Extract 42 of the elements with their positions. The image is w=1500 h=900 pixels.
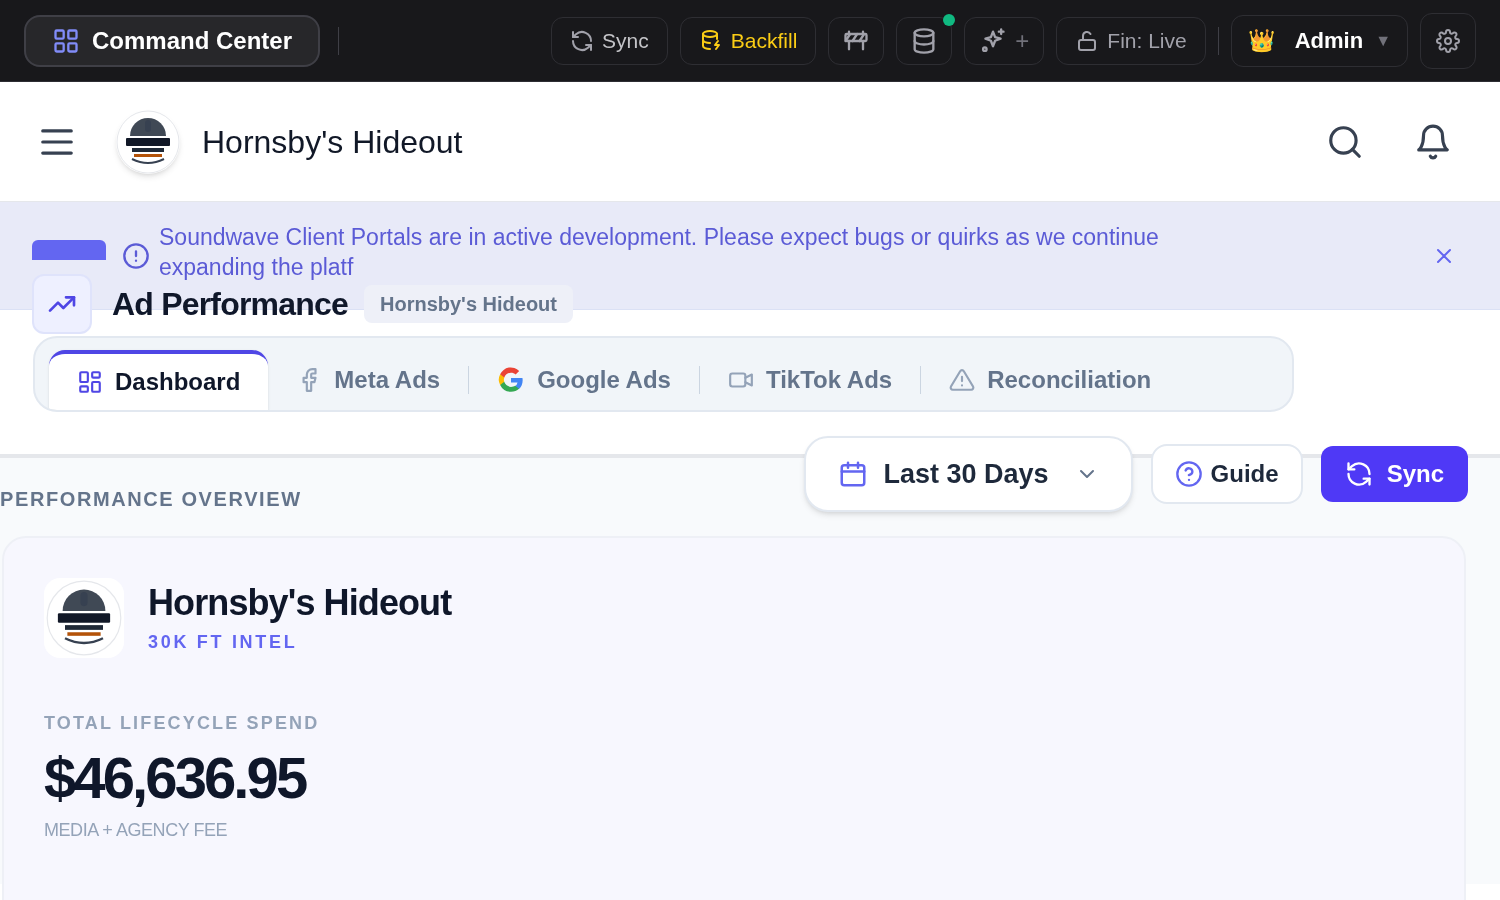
page-title: Ad Performance — [112, 285, 348, 324]
beta-notice: Soundwave Client Portals are in active development. Please expect bugs or quirks as we continue expanding the platf — [159, 223, 1160, 282]
card-subtitle: 30K FT INTEL — [148, 630, 299, 654]
client-title: Hornsby's Hideout — [202, 122, 463, 162]
sync-button[interactable]: Sync — [551, 16, 668, 65]
command-center-button[interactable]: Command Center — [24, 14, 321, 67]
settings-icon — [1436, 28, 1460, 53]
crown-icon: 👑 — [1247, 24, 1275, 57]
notifications-button[interactable] — [1414, 122, 1452, 161]
alert-icon — [122, 242, 150, 270]
finance-mode-button[interactable]: Fin: Live — [1056, 16, 1206, 65]
barrier-button[interactable] — [828, 16, 885, 65]
grid-icon — [52, 26, 80, 55]
sparkle-icon — [979, 26, 1008, 55]
metric-label: TOTAL LIFECYCLE SPEND — [44, 712, 321, 735]
tab[interactable]: TikTok Ads — [699, 350, 921, 410]
tab[interactable]: Dashboard — [49, 350, 269, 410]
sync-icon — [570, 28, 595, 53]
help-icon — [1174, 460, 1203, 488]
logo-icon — [116, 109, 180, 174]
google-icon — [497, 366, 526, 394]
guide-button[interactable]: Guide — [1150, 444, 1303, 504]
admin-menu-button[interactable]: 👑 Admin ▼ — [1230, 14, 1408, 67]
database-button[interactable] — [896, 16, 953, 65]
sync-button[interactable]: Sync — [1320, 446, 1468, 502]
tab[interactable]: Meta Ads — [268, 350, 469, 410]
backfill-button[interactable]: Backfill — [679, 16, 817, 65]
sync-icon — [1344, 460, 1373, 488]
metric-value: $46,636.95 — [44, 744, 307, 812]
date-range-dropdown[interactable]: Last 30 Days — [803, 436, 1133, 512]
metric-note: MEDIA + AGENCY FEE — [44, 819, 229, 842]
client-chip: Hornsby's Hideout — [364, 285, 573, 323]
warning-icon — [949, 367, 976, 393]
dashboard-icon — [77, 369, 103, 395]
client-name: Hornsby's Hideout — [148, 580, 452, 625]
settings-button[interactable] — [1420, 12, 1476, 69]
logo-icon — [46, 580, 122, 656]
ai-button[interactable]: + — [964, 16, 1045, 65]
tab[interactable]: Google Ads — [469, 350, 699, 410]
tab[interactable]: Reconciliation — [921, 350, 1180, 410]
bell-icon — [1414, 122, 1452, 161]
section-title: PERFORMANCE OVERVIEW — [0, 487, 302, 512]
